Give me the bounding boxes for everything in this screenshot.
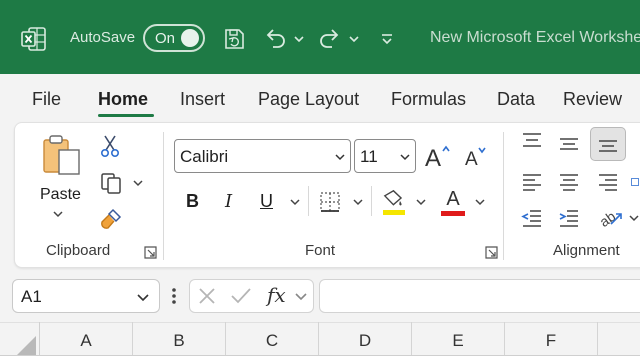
italic-button[interactable]: I bbox=[225, 191, 232, 212]
font-name-chevron-down-icon bbox=[335, 154, 345, 161]
enter-check-icon[interactable] bbox=[229, 285, 253, 307]
font-color-swatch bbox=[441, 210, 465, 216]
tab-page-layout[interactable]: Page Layout bbox=[258, 89, 359, 110]
wrap-text-icon[interactable] bbox=[630, 169, 640, 195]
font-name-select[interactable]: Calibri bbox=[174, 139, 351, 173]
clipboard-dialog-launcher-icon[interactable] bbox=[144, 246, 157, 259]
underline-chevron-down-icon[interactable] bbox=[288, 196, 302, 208]
cancel-x-icon[interactable] bbox=[196, 285, 218, 307]
insert-function-fx-button[interactable]: fx bbox=[267, 283, 286, 307]
title-bar: AutoSave On New Microsoft Excel Workshee… bbox=[0, 0, 640, 74]
paste-options-chevron-down-icon[interactable] bbox=[51, 208, 65, 220]
autosave-toggle[interactable]: On bbox=[143, 24, 205, 52]
autosave-label: AutoSave bbox=[70, 29, 136, 46]
group-separator bbox=[503, 132, 504, 260]
tab-insert[interactable]: Insert bbox=[180, 89, 225, 110]
font-name-value: Calibri bbox=[180, 147, 229, 166]
cut-scissors-icon[interactable] bbox=[98, 133, 122, 159]
document-title: New Microsoft Excel Worksheet bbox=[430, 29, 640, 46]
copy-chevron-down-icon[interactable] bbox=[131, 177, 145, 189]
orientation-chevron-down-icon[interactable] bbox=[628, 212, 640, 224]
group-separator bbox=[163, 132, 164, 260]
font-size-chevron-down-icon bbox=[400, 154, 410, 161]
clipboard-group-label: Clipboard bbox=[46, 242, 111, 259]
excel-logo-icon bbox=[20, 25, 48, 53]
orientation-icon[interactable]: ab bbox=[596, 203, 624, 231]
ribbon-tabs: File Home Insert Page Layout Formulas Da… bbox=[0, 74, 640, 124]
tab-review[interactable]: Review bbox=[563, 89, 622, 110]
middle-align-icon[interactable] bbox=[554, 131, 584, 157]
decrease-indent-icon[interactable] bbox=[517, 205, 547, 231]
font-size-select[interactable]: 11 bbox=[354, 139, 416, 173]
underline-button[interactable]: U bbox=[260, 191, 273, 212]
grid-top-edge bbox=[0, 355, 640, 360]
increase-font-size-icon[interactable]: A bbox=[422, 142, 452, 170]
bold-button[interactable]: B bbox=[186, 191, 199, 212]
undo-dropdown-chevron-down-icon[interactable] bbox=[292, 30, 306, 48]
name-box-chevron-down-icon[interactable] bbox=[136, 290, 150, 304]
decrease-font-size-icon[interactable]: A bbox=[463, 143, 489, 169]
increase-indent-icon[interactable] bbox=[554, 205, 584, 231]
name-box-value: A1 bbox=[21, 287, 42, 306]
svg-text:A: A bbox=[465, 149, 478, 169]
fill-color-bucket-icon[interactable] bbox=[380, 187, 408, 217]
tab-file[interactable]: File bbox=[32, 89, 61, 110]
undo-icon[interactable] bbox=[262, 26, 288, 52]
copy-icon[interactable] bbox=[97, 170, 125, 196]
redo-dropdown-chevron-down-icon[interactable] bbox=[347, 30, 361, 48]
svg-text:A: A bbox=[425, 145, 441, 169]
font-separator bbox=[308, 186, 309, 216]
active-tab-indicator bbox=[98, 114, 154, 117]
customize-quick-access-icon[interactable] bbox=[378, 30, 396, 48]
more-options-vertical-dots-icon[interactable] bbox=[171, 287, 177, 305]
font-color-icon[interactable]: A bbox=[439, 187, 467, 217]
autosave-state: On bbox=[155, 30, 176, 47]
paste-label[interactable]: Paste bbox=[40, 186, 81, 204]
alignment-group-label: Alignment bbox=[553, 242, 620, 259]
borders-chevron-down-icon[interactable] bbox=[351, 196, 365, 208]
font-size-value: 11 bbox=[360, 147, 378, 166]
toggle-knob bbox=[181, 29, 199, 47]
font-dialog-launcher-icon[interactable] bbox=[485, 246, 498, 259]
top-align-icon[interactable] bbox=[517, 128, 547, 154]
tab-formulas[interactable]: Formulas bbox=[391, 89, 466, 110]
redo-icon[interactable] bbox=[317, 26, 343, 52]
font-color-chevron-down-icon[interactable] bbox=[473, 196, 487, 208]
fx-chevron-down-icon[interactable] bbox=[294, 290, 308, 304]
fill-color-chevron-down-icon[interactable] bbox=[414, 196, 428, 208]
font-group-label: Font bbox=[305, 242, 336, 259]
tab-data[interactable]: Data bbox=[497, 89, 535, 110]
align-left-icon[interactable] bbox=[517, 169, 547, 195]
formula-input[interactable] bbox=[319, 279, 640, 313]
borders-icon[interactable] bbox=[317, 189, 343, 215]
align-right-icon[interactable] bbox=[593, 169, 623, 195]
tab-home[interactable]: Home bbox=[98, 89, 148, 110]
font-color-glyph: A bbox=[446, 187, 460, 210]
font-separator bbox=[371, 186, 372, 216]
save-icon[interactable] bbox=[221, 26, 247, 52]
align-center-icon[interactable] bbox=[554, 169, 584, 195]
paste-icon[interactable] bbox=[38, 134, 84, 178]
format-painter-icon[interactable] bbox=[97, 206, 125, 232]
bottom-align-icon[interactable] bbox=[590, 127, 626, 161]
